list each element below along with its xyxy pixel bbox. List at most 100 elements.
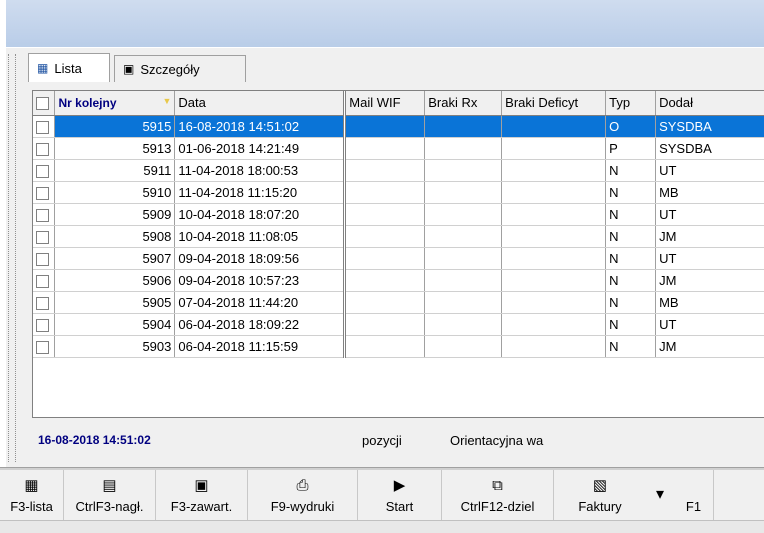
toolbar-button-3[interactable]: ⎙ F9-wydruki xyxy=(248,470,358,520)
cell-nr: 5915 xyxy=(54,115,176,138)
row-checkbox[interactable] xyxy=(33,181,56,204)
column-header-braki-rx[interactable]: Braki Rx xyxy=(424,91,503,116)
tab-lista[interactable]: ▦ Lista xyxy=(28,53,110,82)
toolbar-button-2[interactable]: ▣ F3-zawart. xyxy=(156,470,248,520)
cell-braki-deficyt xyxy=(501,269,607,292)
cell-data: 09-04-2018 18:09:56 xyxy=(174,247,347,270)
table-row[interactable]: 5913 01-06-2018 14:21:49 P SYSDBA xyxy=(33,137,764,160)
cell-data: 07-04-2018 11:44:20 xyxy=(174,291,347,314)
toolbar-button-label: F9-wydruki xyxy=(270,498,335,514)
cell-mail-wif xyxy=(344,115,426,138)
status-orientation: Orientacyjna wa xyxy=(450,432,544,448)
table-row[interactable]: 5911 11-04-2018 18:00:53 N UT xyxy=(33,159,764,182)
table-row[interactable]: 5903 06-04-2018 11:15:59 N JM xyxy=(33,335,764,358)
cell-braki-deficyt xyxy=(501,181,607,204)
toolbar-button-label: F3-zawart. xyxy=(170,498,233,514)
tab-lista-label: Lista xyxy=(54,60,82,76)
cell-braki-rx xyxy=(424,247,503,270)
cell-mail-wif xyxy=(344,291,426,314)
column-header-mail-wif[interactable]: Mail WIF xyxy=(344,91,426,116)
toolbar-button-0[interactable]: ▦ F3-lista xyxy=(0,470,64,520)
row-checkbox[interactable] xyxy=(33,203,56,226)
cell-nr: 5910 xyxy=(54,181,176,204)
cell-data: 10-04-2018 11:08:05 xyxy=(174,225,347,248)
cell-data: 06-04-2018 18:09:22 xyxy=(174,313,347,336)
toolbar-button-6[interactable]: ▧ Faktury xyxy=(554,470,646,520)
cell-nr: 5911 xyxy=(54,159,176,182)
splitter-grip[interactable] xyxy=(8,54,16,462)
status-positions: pozycji xyxy=(362,432,402,448)
play-icon: ▶ xyxy=(393,476,406,494)
toolbar-button-7[interactable]: ▾ xyxy=(646,470,674,520)
toolbar-button-label: F3-lista xyxy=(10,498,53,514)
table-row[interactable]: 5907 09-04-2018 18:09:56 N UT xyxy=(33,247,764,270)
column-header-typ[interactable]: Typ xyxy=(605,91,657,116)
list-icon: ▦ xyxy=(37,61,49,75)
table-row[interactable]: 5915 16-08-2018 14:51:02 O SYSDBA xyxy=(33,115,764,138)
cell-mail-wif xyxy=(344,247,426,270)
cell-typ: N xyxy=(605,291,657,314)
bottom-toolbar: ▦ F3-lista ▤ CtrlF3-nagł. ▣ F3-zawart. ⎙ F9-wyd… xyxy=(0,470,764,520)
row-checkbox[interactable] xyxy=(33,137,56,160)
printer-icon: ⎙ xyxy=(296,476,309,494)
toolbar-button-label: Start xyxy=(385,498,414,514)
row-checkbox[interactable] xyxy=(33,335,56,358)
cell-typ: N xyxy=(605,181,657,204)
cell-braki-rx xyxy=(424,159,503,182)
cell-braki-deficyt xyxy=(501,335,607,358)
row-checkbox[interactable] xyxy=(33,269,56,292)
cell-nr: 5908 xyxy=(54,225,176,248)
cell-dodal: JM xyxy=(655,269,764,292)
cell-nr: 5905 xyxy=(54,291,176,314)
row-checkbox[interactable] xyxy=(33,115,56,138)
table-row[interactable]: 5910 11-04-2018 11:15:20 N MB xyxy=(33,181,764,204)
cell-dodal: JM xyxy=(655,225,764,248)
window-bottom-edge xyxy=(0,520,764,533)
cell-braki-deficyt xyxy=(501,203,607,226)
toolbar-button-4[interactable]: ▶ Start xyxy=(358,470,442,520)
cell-dodal: SYSDBA xyxy=(655,137,764,160)
table-row[interactable]: 5906 09-04-2018 10:57:23 N JM xyxy=(33,269,764,292)
cell-nr: 5906 xyxy=(54,269,176,292)
window-edge xyxy=(0,0,6,47)
cell-data: 10-04-2018 18:07:20 xyxy=(174,203,347,226)
cell-mail-wif xyxy=(344,225,426,248)
cell-mail-wif xyxy=(344,137,426,160)
column-header-braki-deficyt[interactable]: Braki Deficyt xyxy=(501,91,607,116)
toolbar-button-5[interactable]: ⧉ CtrlF12-dziel xyxy=(442,470,554,520)
column-header-nr[interactable]: Nr kolejny ▼ xyxy=(54,91,176,116)
cell-dodal: MB xyxy=(655,181,764,204)
row-checkbox[interactable] xyxy=(33,313,56,336)
tab-szczegoly[interactable]: ▣ Szczegóły xyxy=(114,55,246,82)
cell-typ: N xyxy=(605,203,657,226)
title-bar xyxy=(0,0,764,47)
select-all-checkbox[interactable] xyxy=(33,91,56,116)
cell-braki-rx xyxy=(424,137,503,160)
table-row[interactable]: 5908 10-04-2018 11:08:05 N JM xyxy=(33,225,764,248)
cell-data: 16-08-2018 14:51:02 xyxy=(174,115,347,138)
cell-nr: 5913 xyxy=(54,137,176,160)
cell-typ: N xyxy=(605,159,657,182)
cell-nr: 5907 xyxy=(54,247,176,270)
cell-braki-deficyt xyxy=(501,137,607,160)
toolbar-button-1[interactable]: ▤ CtrlF3-nagł. xyxy=(64,470,156,520)
row-checkbox[interactable] xyxy=(33,225,56,248)
toolbar-button-8[interactable]: F1 xyxy=(674,470,714,520)
cell-nr: 5904 xyxy=(54,313,176,336)
row-checkbox[interactable] xyxy=(33,291,56,314)
cell-typ: P xyxy=(605,137,657,160)
column-header-dodal[interactable]: Dodał xyxy=(655,91,764,116)
row-checkbox[interactable] xyxy=(33,247,56,270)
toolbar-button-label: CtrlF12-dziel xyxy=(460,498,535,514)
cell-braki-rx xyxy=(424,203,503,226)
cell-data: 01-06-2018 14:21:49 xyxy=(174,137,347,160)
table-row[interactable]: 5909 10-04-2018 18:07:20 N UT xyxy=(33,203,764,226)
table-row[interactable]: 5905 07-04-2018 11:44:20 N MB xyxy=(33,291,764,314)
column-header-data[interactable]: Data xyxy=(174,91,347,116)
cell-nr: 5909 xyxy=(54,203,176,226)
cell-typ: N xyxy=(605,313,657,336)
cell-mail-wif xyxy=(344,203,426,226)
records-grid[interactable]: Nr kolejny ▼ Data Mail WIF Braki Rx Braki… xyxy=(32,90,764,418)
table-row[interactable]: 5904 06-04-2018 18:09:22 N UT xyxy=(33,313,764,336)
row-checkbox[interactable] xyxy=(33,159,56,182)
